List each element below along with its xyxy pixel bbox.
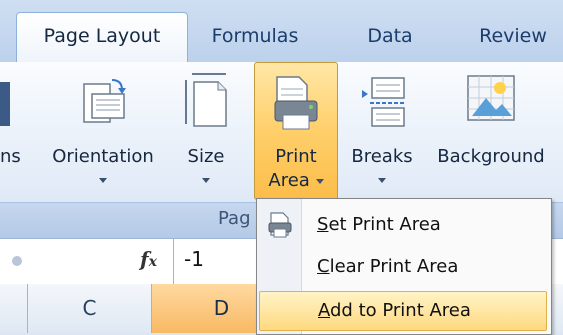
menu-item-text: dd to Print Area (330, 300, 471, 321)
tab-page-layout[interactable]: Page Layout (16, 12, 188, 64)
set-print-area-icon (268, 212, 292, 238)
size-dropdown-arrow (202, 178, 210, 183)
print-area-dropdown-arrow (315, 178, 324, 184)
menu-item-add-to-print-area[interactable]: Add to Print Area (259, 291, 547, 331)
tab-review[interactable]: Review (468, 16, 558, 62)
column-header-prev[interactable] (0, 284, 28, 333)
mnemonic: A (318, 300, 330, 321)
print-area-button[interactable]: Print Area (254, 62, 338, 200)
print-area-label-line2: Area (255, 169, 337, 193)
insert-function-icon[interactable]: fx (140, 247, 157, 271)
breaks-icon (362, 77, 406, 127)
breaks-label: Breaks (351, 146, 413, 167)
breaks-button[interactable]: Breaks (344, 62, 420, 200)
menu-item-text: lear Print Area (329, 256, 459, 277)
menu-item-label: Add to Print Area (318, 300, 471, 321)
formula-input[interactable]: -1 (184, 247, 204, 271)
mnemonic: C (317, 256, 330, 277)
size-label: Size (187, 146, 225, 167)
name-box-handle[interactable] (12, 256, 22, 266)
size-button[interactable]: Size (176, 62, 236, 200)
background-label: Background (437, 146, 545, 167)
print-area-menu: Set Print Area Clear Print Area Add to P… (256, 198, 552, 335)
menu-item-label: Set Print Area (317, 214, 441, 235)
formula-bar-divider (173, 239, 174, 284)
print-area-label-area: Area (268, 170, 310, 191)
margins-label: ns (0, 146, 21, 167)
tab-data[interactable]: Data (355, 16, 425, 62)
size-icon (185, 73, 227, 127)
margins-icon (0, 82, 10, 126)
background-button[interactable]: Background (424, 62, 558, 200)
background-icon (467, 75, 515, 121)
tab-formulas[interactable]: Formulas (200, 16, 310, 62)
menu-item-clear-print-area[interactable]: Clear Print Area (257, 247, 551, 287)
orientation-button[interactable]: Orientation (44, 62, 162, 200)
mnemonic: S (317, 214, 329, 235)
column-header-c[interactable]: C (28, 284, 152, 333)
menu-item-text: et Print Area (328, 214, 441, 235)
menu-item-set-print-area[interactable]: Set Print Area (257, 205, 551, 245)
menu-item-label: Clear Print Area (317, 256, 458, 277)
breaks-dropdown-arrow (378, 178, 386, 183)
print-area-icon (274, 76, 318, 130)
ribbon-tab-strip: Page Layout Formulas Data Review (0, 0, 563, 64)
orientation-icon (83, 79, 126, 123)
orientation-label: Orientation (52, 146, 154, 167)
print-area-label-line1: Print (275, 146, 317, 167)
orientation-dropdown-arrow (99, 178, 107, 183)
margins-button[interactable]: ns (0, 62, 44, 200)
print-area-label: Print Area (255, 145, 337, 193)
group-label-page-setup: Pag (218, 208, 251, 229)
